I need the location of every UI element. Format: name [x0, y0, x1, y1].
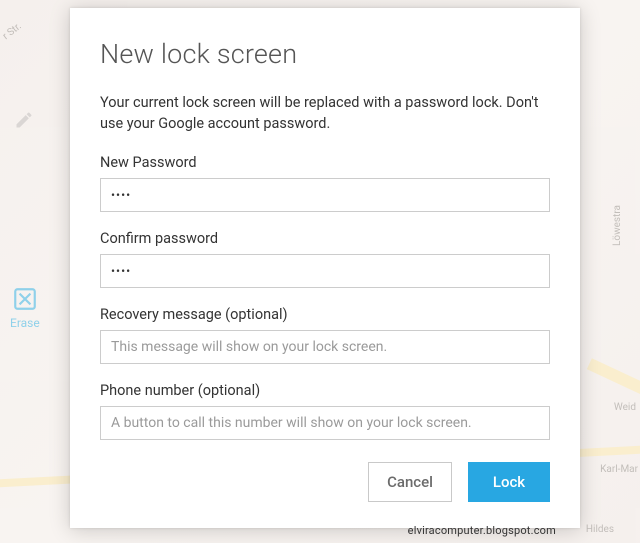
erase-button[interactable]: Erase [10, 286, 40, 330]
map-street-label: Karl-Mar [600, 464, 638, 475]
new-password-input[interactable] [100, 178, 550, 212]
watermark: elviracomputer.blogspot.com [408, 524, 556, 537]
edit-icon[interactable] [14, 110, 34, 130]
confirm-password-label: Confirm password [100, 230, 550, 247]
map-street-label: Hildes [586, 524, 614, 535]
phone-number-input[interactable] [100, 406, 550, 440]
confirm-password-field: Confirm password [100, 230, 550, 288]
dialog-actions: Cancel Lock [100, 462, 550, 502]
map-street-label: r Str. [1, 21, 24, 42]
dialog-description: Your current lock screen will be replace… [100, 92, 550, 134]
new-lock-screen-dialog: New lock screen Your current lock screen… [70, 8, 580, 528]
map-street-label: Löwestra [612, 205, 623, 246]
erase-icon [12, 286, 38, 312]
cancel-button[interactable]: Cancel [368, 462, 452, 502]
erase-label: Erase [10, 316, 40, 330]
phone-number-field: Phone number (optional) [100, 382, 550, 440]
recovery-message-field: Recovery message (optional) [100, 306, 550, 364]
phone-number-label: Phone number (optional) [100, 382, 550, 399]
lock-button[interactable]: Lock [468, 462, 550, 502]
recovery-message-label: Recovery message (optional) [100, 306, 550, 323]
confirm-password-input[interactable] [100, 254, 550, 288]
recovery-message-input[interactable] [100, 330, 550, 364]
map-street-label: Weid [614, 402, 636, 413]
new-password-label: New Password [100, 154, 550, 171]
new-password-field: New Password [100, 154, 550, 212]
dialog-title: New lock screen [100, 38, 550, 70]
